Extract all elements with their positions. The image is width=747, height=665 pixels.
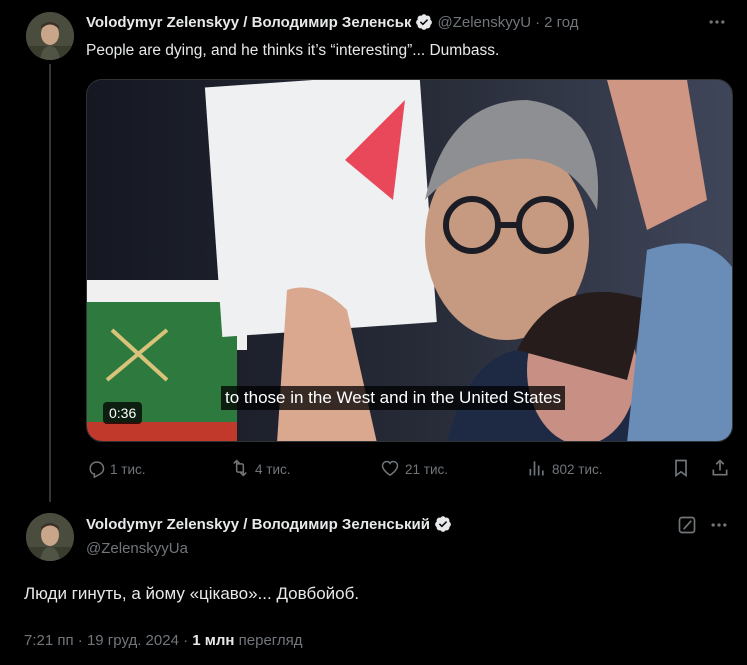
separator: ·	[77, 632, 83, 649]
views-button[interactable]: 802 тис.	[526, 458, 603, 481]
separator: ·	[183, 632, 189, 649]
repost-icon	[229, 458, 255, 481]
avatar[interactable]	[26, 12, 74, 60]
reply-icon	[86, 458, 110, 481]
handle-row: @ZelenskyyUa	[86, 540, 188, 557]
avatar[interactable]	[26, 513, 74, 561]
tweet-time[interactable]: 2 год	[544, 14, 578, 31]
views-icon	[526, 458, 552, 481]
reply-count: 1 тис.	[110, 462, 146, 477]
thread-line	[49, 64, 51, 502]
more-icon[interactable]	[707, 12, 727, 32]
tweet-text: People are dying, and he thinks it’s “in…	[86, 42, 500, 59]
separator: ·	[535, 13, 541, 31]
author-name[interactable]: Volodymyr Zelenskyy / Володимир Зеленськ	[86, 14, 411, 31]
views-count: 802 тис.	[552, 462, 603, 477]
views-label: перегляд	[238, 632, 303, 649]
video-duration: 0:36	[103, 402, 143, 424]
tweet-header: Volodymyr Zelenskyy / Володимир Зеленськ…	[86, 515, 456, 533]
like-button[interactable]: 21 тис.	[379, 458, 448, 481]
tweet-header: Volodymyr Zelenskyy / Володимир Зеленськ…	[86, 13, 579, 31]
views-count: 1 млн	[192, 632, 235, 649]
bookmark-icon	[671, 458, 695, 481]
grok-icon[interactable]	[677, 515, 697, 535]
author-handle[interactable]: @ZelenskyyUa	[86, 540, 188, 557]
like-count: 21 тис.	[405, 462, 448, 477]
tweet-text: Люди гинуть, а йому «цікаво»... Довбойоб…	[24, 584, 360, 603]
share-button[interactable]	[710, 458, 734, 481]
author-name[interactable]: Volodymyr Zelenskyy / Володимир Зеленськ…	[86, 516, 430, 533]
video-player[interactable]: to those in the West and in the United S…	[86, 79, 733, 442]
more-icon[interactable]	[709, 515, 729, 535]
action-bar: 1 тис. 4 тис. 21 тис. 802 тис.	[86, 458, 733, 482]
bookmark-button[interactable]	[671, 458, 695, 481]
repost-button[interactable]: 4 тис.	[229, 458, 290, 481]
author-handle[interactable]: @ZelenskyyU	[437, 14, 531, 31]
reply-button[interactable]: 1 тис.	[86, 458, 145, 481]
tweet-meta: 7:21 пп · 19 груд. 2024 · 1 млн перегляд	[24, 632, 303, 649]
tweet-date[interactable]: 19 груд. 2024	[87, 632, 179, 649]
repost-count: 4 тис.	[255, 462, 291, 477]
verified-icon	[415, 13, 433, 31]
tweet-time[interactable]: 7:21 пп	[24, 632, 74, 649]
heart-icon	[379, 458, 405, 481]
video-caption: to those in the West and in the United S…	[221, 386, 566, 410]
share-icon	[710, 458, 734, 481]
verified-icon	[434, 515, 452, 533]
